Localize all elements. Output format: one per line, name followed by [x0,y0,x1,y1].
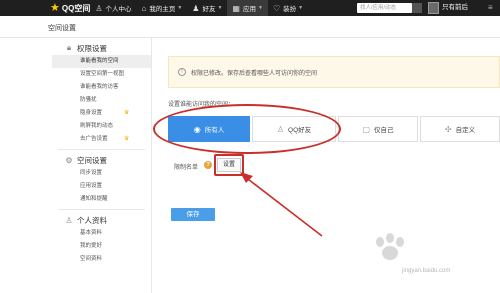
avatar[interactable] [428,2,439,14]
username[interactable]: 只有前后 [442,0,468,16]
gear-icon: ⚙ [65,155,73,165]
nav-label: 装扮 [283,6,297,13]
nav-label: 应用 [242,6,256,13]
sidebar-item-basic-info[interactable]: 基本资料 [52,227,151,240]
vip-crown-icon: ♛ [124,110,130,116]
qzone-logo[interactable]: ★ QQ空间 [0,0,90,16]
sidebar-item-anti-harass[interactable]: 防骚扰 [52,94,151,107]
sidebar-item-label: 我的爱好 [80,243,103,249]
divider [58,149,145,150]
sidebar-item-label: 同步设置 [80,170,103,176]
search-button[interactable] [412,3,422,13]
divider [58,209,145,210]
nav-my-homepage[interactable]: ⌂ 我的主页 ▼ [137,0,188,16]
lock-icon: ▢ [362,124,371,134]
sidebar-group-profile: ♙ 个人资料 [52,213,151,227]
caret-down-icon: ▼ [217,5,223,11]
nav-label: 好友 [202,6,216,13]
caret-down-icon: ▼ [177,5,183,11]
sidebar-item-feed[interactable]: 刷屏我的动态 [52,120,151,133]
vip-crown-icon: ♛ [124,136,130,142]
sidebar-item-label: 谁能看我的访客 [80,84,119,90]
sidebar-item-invisible[interactable]: 隐身设置 ♛ [52,107,151,120]
page-header: 空间设置 [0,16,500,38]
option-label: 自定义 [455,127,476,134]
caret-down-icon: ▼ [298,5,304,11]
sidebar-item-app-settings[interactable]: 应用设置 [52,180,151,193]
caret-down-icon: ▼ [257,5,263,11]
paw-logo-watermark [376,233,404,260]
shirt-icon: ♡ [272,3,281,13]
watermark-text: jingyan.baidu.com [402,268,451,274]
sidebar-item-space-info[interactable]: 空间资料 [52,253,151,266]
sidebar-item-label: 基本资料 [80,230,103,236]
home-icon: ⌂ [141,3,147,13]
sidebar-item-label: 空间资料 [80,256,103,262]
option-custom[interactable]: ✣ 自定义 [420,116,500,142]
option-label: 仅自己 [374,127,394,134]
sidebar-item-label: 谁能看我的空间 [80,58,119,64]
sidebar-item-ads[interactable]: 去广告设置 ♛ [52,133,151,146]
sidebar-item-first-view[interactable]: 设置空间第一视图 [52,68,151,81]
help-icon[interactable]: ? [204,161,212,169]
sidebar-group-permissions: 🔒︎ 权限设置 [52,41,151,55]
sidebar-item-label: 隐身设置 [80,110,103,116]
save-button[interactable]: 保存 [171,208,215,221]
sidebar-item-label: 设置空间第一视图 [80,71,125,77]
more-menu-icon[interactable]: ≡ [488,0,493,16]
restrict-list-label: 限制名单 [174,165,199,171]
group-label: 权限设置 [77,43,107,53]
info-icon: ! [178,68,186,76]
search-input[interactable]: 找人/应用/动态 [357,3,412,13]
custom-icon: ✣ [444,124,452,134]
top-navigation-bar: ★ QQ空间 ♙ 个人中心 ⌂ 我的主页 ▼ ♟ 好友 ▼ ▦ 应用 ▼ ♡ 装… [0,0,500,16]
highlight-ellipse [153,104,341,154]
notice-text: 权限已修改。保存后查看哪些人可访问你的空间 [191,70,318,77]
sidebar-item-who-can-view[interactable]: 谁能看我的空间 [52,55,151,68]
nav-friends[interactable]: ♟ 好友 ▼ [187,0,227,16]
nav-label: 个人中心 [105,6,132,13]
group-label: 个人资料 [77,215,107,225]
sidebar-item-label: 防骚扰 [80,97,97,103]
page-title: 空间设置 [48,25,76,32]
sidebar-item-label: 刷屏我的动态 [80,123,114,129]
apps-icon: ▦ [232,3,240,13]
sidebar-item-sync[interactable]: 同步设置 [52,167,151,180]
logo-text: QQ空间 [61,3,91,13]
group-label: 空间设置 [77,155,107,165]
nav-personal-center[interactable]: ♙ 个人中心 [90,0,136,16]
nav-dressup[interactable]: ♡ 装扮 ▼ [268,0,308,16]
lock-icon: 🔒︎ [66,43,72,52]
star-icon: ★ [50,2,60,14]
sidebar-item-label: 通知和提醒 [80,196,108,202]
annotation-arrow [240,172,323,237]
option-only-me[interactable]: ▢ 仅自己 [338,116,418,142]
nav-label: 我的主页 [149,6,176,13]
sidebar-item-visitors[interactable]: 谁能看我的访客 [52,81,151,94]
nav-apps[interactable]: ▦ 应用 ▼ [227,0,268,16]
sidebar-item-hobbies[interactable]: 我的爱好 [52,240,151,253]
sidebar-item-label: 应用设置 [80,183,103,189]
sidebar-group-space-settings: ⚙ 空间设置 [52,153,151,167]
people-icon: ♙ [65,215,73,225]
settings-sidebar: 🔒︎ 权限设置 谁能看我的空间 设置空间第一视图 谁能看我的访客 防骚扰 隐身设… [52,38,152,293]
sidebar-item-notifications[interactable]: 通知和提醒 [52,193,151,206]
notice-banner: ! 权限已修改。保存后查看哪些人可访问你的空间 [168,56,500,88]
friends-icon: ♟ [192,3,200,13]
person-icon: ♙ [95,3,103,13]
sidebar-item-label: 去广告设置 [80,136,108,142]
